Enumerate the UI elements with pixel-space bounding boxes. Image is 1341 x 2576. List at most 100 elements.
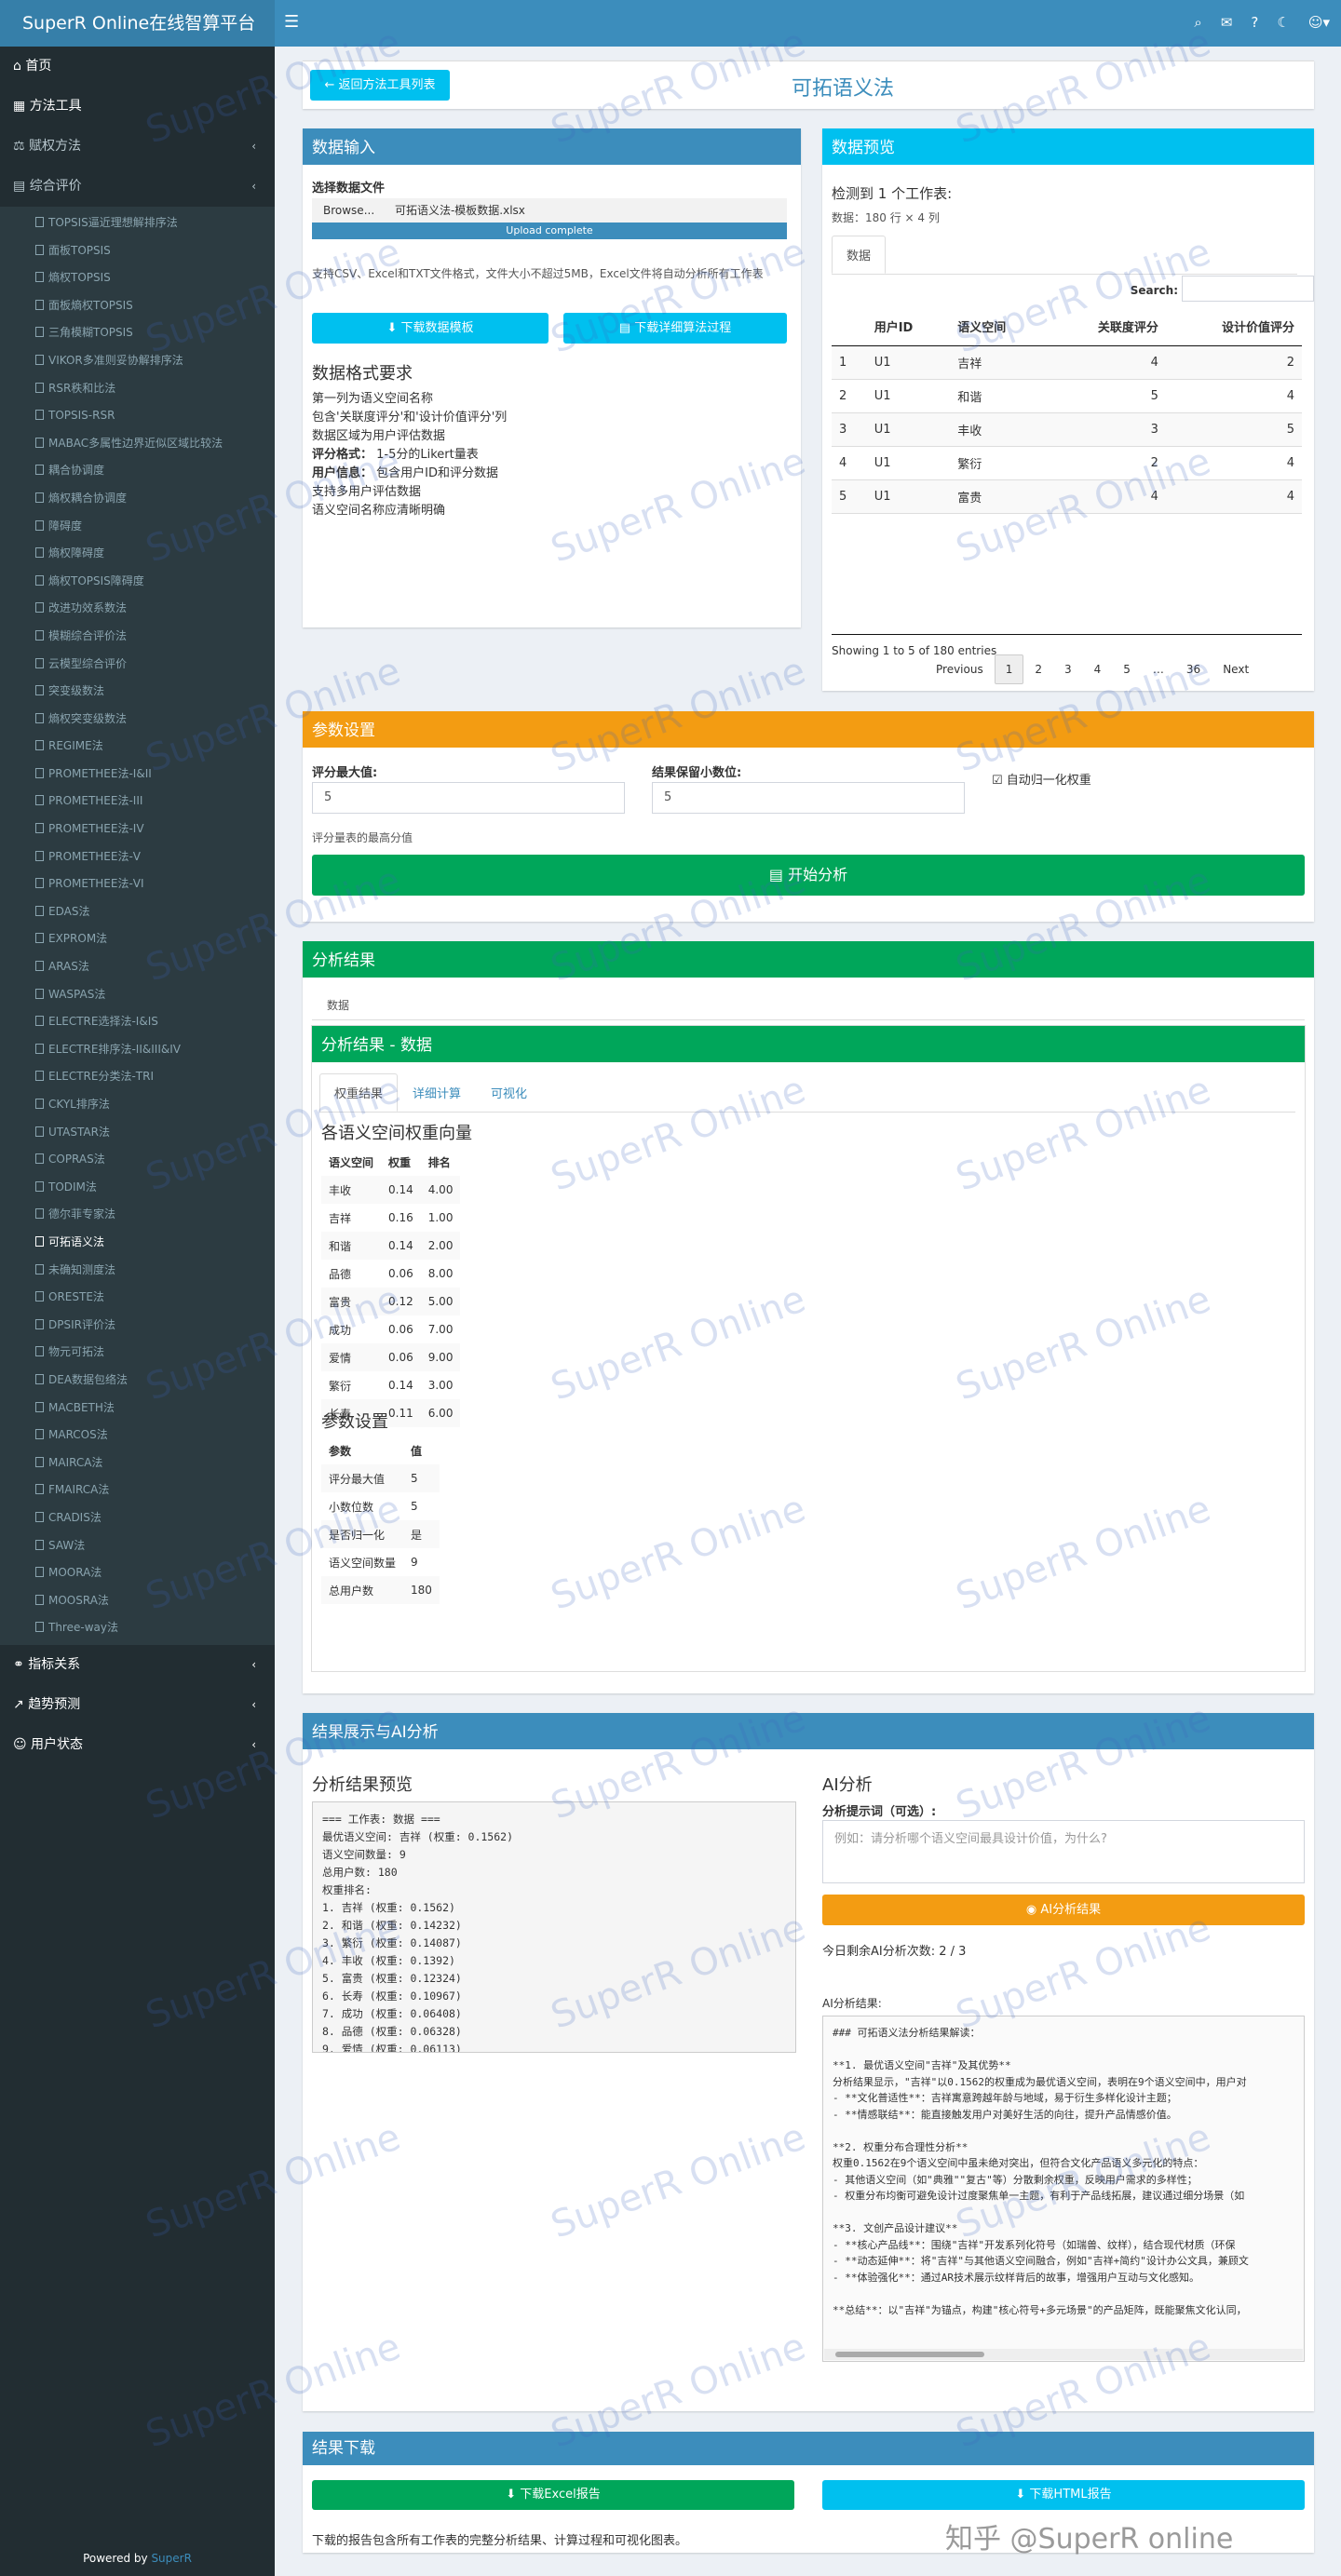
submenu-item[interactable]: 未确知测度法 [0,1257,275,1285]
column-header[interactable] [832,308,867,346]
submenu-item[interactable]: 障碍度 [0,513,275,541]
submenu-item[interactable]: 熵权TOPSIS [0,264,275,292]
submenu-item[interactable]: MOORA法 [0,1559,275,1587]
table-search-input[interactable] [1182,276,1314,302]
sidebar-item-1[interactable]: ▦ 方法工具 [0,87,275,127]
submenu-item[interactable]: MABAC多属性边界近似区域比较法 [0,430,275,458]
max-score-input[interactable]: 5 [312,782,625,814]
submenu-item[interactable]: FMAIRCA法 [0,1477,275,1504]
sidebar-item-2[interactable]: ⚖ 赋权方法 ‹ [0,127,275,167]
submenu-item[interactable]: PROMETHEE法-VI [0,870,275,898]
page-link[interactable]: 1 [994,654,1024,684]
submenu-item[interactable]: 三角模糊TOPSIS [0,319,275,347]
submenu-item[interactable]: 熵权突变级数法 [0,706,275,734]
submenu-item[interactable]: MACBETH法 [0,1395,275,1423]
submenu-item[interactable]: PROMETHEE法-I&II [0,761,275,789]
page-link[interactable]: 4 [1083,654,1113,684]
submenu-item[interactable]: WASPAS法 [0,981,275,1009]
submenu-item[interactable]: ELECTRE分类法-TRI [0,1063,275,1091]
submenu-item[interactable]: 模糊综合评价法 [0,623,275,651]
page-link[interactable]: 36 [1175,654,1212,684]
app-logo[interactable]: SuperR Online在线智算平台 [0,0,275,47]
submenu-item[interactable]: VIKOR多准则妥协解排序法 [0,347,275,375]
submenu-item[interactable]: 德尔菲专家法 [0,1201,275,1229]
sidebar-bottom-item-1[interactable]: ↗ 趋势预测 ‹ [0,1685,275,1725]
inner-tab-1[interactable]: 详细计算 [398,1073,476,1112]
submenu-item[interactable]: 云模型综合评价 [0,651,275,679]
page-link[interactable]: 5 [1112,654,1142,684]
submenu-item[interactable]: 改进功效系数法 [0,595,275,623]
browse-button[interactable]: Browse... [312,204,386,217]
file-input[interactable]: Browse... 可拓语义法-模板数据.xlsx [312,198,787,223]
submenu-item[interactable]: COPRAS法 [0,1146,275,1174]
ai-result-text[interactable]: ### 可拓语义法分析结果解读： **1. 最优语义空间"吉祥"及其优势** 分… [822,2016,1305,2362]
decimal-input[interactable]: 5 [652,782,965,814]
submenu-item[interactable]: REGIME法 [0,733,275,761]
submenu-item[interactable]: TOPSIS逼近理想解排序法 [0,209,275,237]
submenu-item[interactable]: ARAS法 [0,953,275,981]
submenu-item[interactable]: CKYL排序法 [0,1091,275,1119]
column-header[interactable]: 关联度评分 [1048,308,1166,346]
inner-tab-2[interactable]: 可视化 [476,1073,542,1112]
submenu-item[interactable]: ELECTRE排序法-II&III&IV [0,1036,275,1064]
submenu-item[interactable]: 耦合协调度 [0,457,275,485]
horizontal-scrollbar[interactable] [824,2349,1303,2360]
moon-icon[interactable]: ☾ [1277,14,1289,31]
sidebar-item-0[interactable]: ⌂ 首页 [0,47,275,87]
normalize-checkbox[interactable]: ☑ 自动归一化权重 [992,770,1091,788]
submenu-item[interactable]: 熵权TOPSIS障碍度 [0,568,275,596]
submenu-item[interactable]: SAW法 [0,1532,275,1560]
submenu-item[interactable]: ELECTRE选择法-I&IS [0,1008,275,1036]
submenu-item[interactable]: MOOSRA法 [0,1587,275,1615]
submenu-item[interactable]: TOPSIS-RSR [0,402,275,430]
bullhorn-icon[interactable]: ✉ [1221,14,1233,31]
download-html-button[interactable]: ⬇ 下载HTML报告 [822,2480,1305,2510]
page-link[interactable]: … [1142,654,1175,684]
submenu-item[interactable]: UTASTAR法 [0,1119,275,1147]
submenu-item[interactable]: EDAS法 [0,898,275,926]
submenu-item[interactable]: 面板TOPSIS [0,237,275,265]
start-analysis-button[interactable]: ▤ 开始分析 [312,855,1305,896]
submenu-item[interactable]: CRADIS法 [0,1504,275,1532]
submenu-item[interactable]: 熵权耦合协调度 [0,485,275,513]
ai-analyze-button[interactable]: ◉ AI分析结果 [822,1895,1305,1925]
inner-tab-0[interactable]: 权重结果 [319,1073,399,1112]
search-icon[interactable]: ⌕ [1194,14,1201,31]
column-header[interactable]: 设计价值评分 [1165,308,1302,346]
back-button[interactable]: ← 返回方法工具列表 [310,70,450,101]
submenu-item[interactable]: 物元可拓法 [0,1339,275,1367]
submenu-item[interactable]: EXPROM法 [0,925,275,953]
submenu-item[interactable]: DPSIR评价法 [0,1312,275,1340]
download-algorithm-button[interactable]: ▤ 下载详细算法过程 [563,313,787,344]
submenu-item[interactable]: ORESTE法 [0,1284,275,1312]
submenu-item[interactable]: DEA数据包络法 [0,1367,275,1395]
submenu-item[interactable]: 熵权障碍度 [0,540,275,568]
page-link[interactable]: 2 [1023,654,1053,684]
sidebar-bottom-item-2[interactable]: ☺ 用户状态 ‹ [0,1725,275,1765]
page-link[interactable]: Next [1212,654,1260,684]
ai-prompt-textarea[interactable]: 例如：请分析哪个语义空间最具设计价值，为什么? [822,1820,1305,1883]
column-header[interactable]: 语义空间 [950,308,1049,346]
tab-sheet-data[interactable]: 数据 [312,991,364,1019]
hamburger-menu-icon[interactable]: ☰ [284,12,299,32]
user-dropdown-icon[interactable]: ☺▾ [1308,14,1330,31]
submenu-item[interactable]: PROMETHEE法-IV [0,816,275,843]
submenu-item[interactable]: 面板熵权TOPSIS [0,292,275,320]
page-link[interactable]: 3 [1053,654,1083,684]
submenu-item[interactable]: Three-way法 [0,1614,275,1642]
tab-data[interactable]: 数据 [832,236,887,274]
submenu-item[interactable]: PROMETHEE法-III [0,788,275,816]
submenu-item[interactable]: RSR秩和比法 [0,375,275,403]
column-header[interactable]: 用户ID [866,308,951,346]
sidebar-item-3[interactable]: ▤ 综合评价 ‹ [0,167,275,207]
submenu-item[interactable]: PROMETHEE法-V [0,843,275,871]
help-icon[interactable]: ? [1251,14,1258,31]
sidebar-bottom-item-0[interactable]: ⚭ 指标关系 ‹ [0,1645,275,1685]
download-template-button[interactable]: ⬇ 下载数据模板 [312,313,549,344]
submenu-item[interactable]: TODIM法 [0,1174,275,1202]
submenu-item[interactable]: MAIRCA法 [0,1450,275,1477]
page-link[interactable]: Previous [925,654,995,684]
submenu-item[interactable]: 突变级数法 [0,678,275,706]
submenu-item[interactable]: MARCOS法 [0,1422,275,1450]
download-excel-button[interactable]: ⬇ 下载Excel报告 [312,2480,794,2510]
